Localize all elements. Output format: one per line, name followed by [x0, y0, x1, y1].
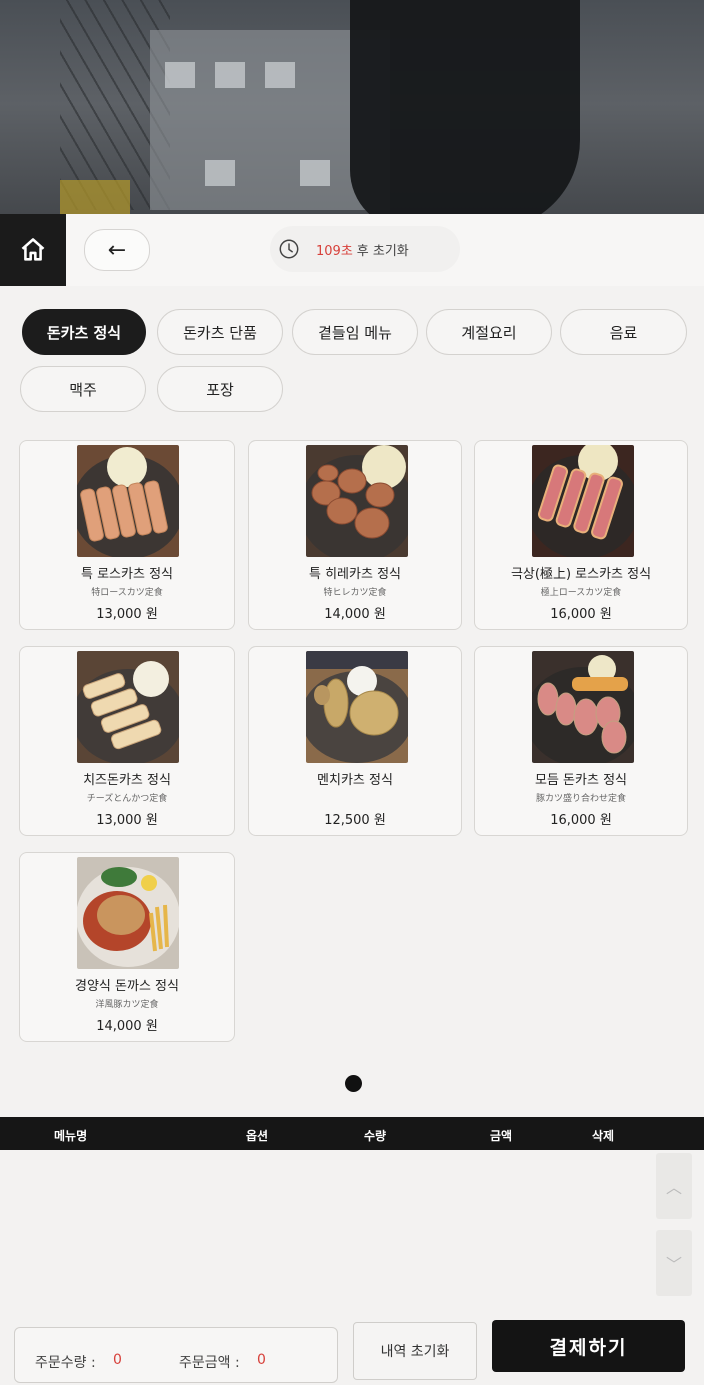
tab-takeout[interactable]: 포장 [157, 366, 283, 412]
order-summary: 주문수량 : 0 주문금액 : 0 [14, 1327, 338, 1383]
background-window [165, 62, 195, 88]
order-table-header: 메뉴명 옵션 수량 금액 삭제 [0, 1117, 704, 1150]
order-list [0, 1150, 704, 1315]
menu-name: 모듬 돈카츠 정식 [535, 773, 627, 788]
menu-price: 13,000 원 [96, 607, 158, 622]
chevron-up-icon: ︿ [665, 1178, 682, 1197]
order-amount-label: 주문금액 : [179, 1355, 240, 1371]
column-delete: 삭제 [592, 1129, 615, 1143]
reset-history-button[interactable]: 내역 초기화 [353, 1322, 477, 1380]
timer-seconds: 109초 [316, 243, 353, 259]
background-window [205, 160, 235, 186]
background-window [265, 62, 295, 88]
menu-photo [77, 857, 179, 969]
tab-seasonal[interactable]: 계절요리 [426, 309, 552, 355]
order-quantity-value: 0 [113, 1352, 122, 1368]
tab-side-menu[interactable]: 곁들임 메뉴 [292, 309, 418, 355]
menu-card[interactable]: 모듬 돈카츠 정식 豚カツ盛り合わせ定食 16,000 원 [474, 646, 688, 836]
scroll-down-button[interactable]: ﹀ [656, 1230, 692, 1296]
menu-subtitle: 極上ロースカツ定食 [540, 588, 622, 598]
menu-price: 14,000 원 [96, 1019, 158, 1034]
tab-drinks[interactable]: 음료 [560, 309, 687, 355]
menu-price: 12,500 원 [324, 813, 386, 828]
back-button[interactable]: ← [84, 229, 150, 271]
column-option: 옵션 [246, 1129, 269, 1143]
menu-subtitle: 豚カツ盛り合わせ定食 [535, 794, 626, 804]
menu-price: 14,000 원 [324, 607, 386, 622]
menu-price: 16,000 원 [550, 607, 612, 622]
menu-subtitle: 洋風豚カツ定食 [95, 1000, 159, 1010]
menu-name: 치즈돈카츠 정식 [83, 773, 171, 788]
scroll-up-button[interactable]: ︿ [656, 1153, 692, 1219]
menu-name: 특 로스카츠 정식 [81, 567, 173, 582]
background-window [300, 160, 330, 186]
order-amount-value: 0 [257, 1352, 266, 1368]
menu-subtitle: 特ロースカツ定食 [91, 588, 163, 598]
tab-donkatsu-single[interactable]: 돈카츠 단품 [157, 309, 283, 355]
menu-subtitle: チーズとんかつ定食 [86, 794, 168, 804]
menu-photo [532, 445, 634, 557]
menu-photo [532, 651, 634, 763]
home-icon [21, 238, 45, 261]
page-indicator-dot[interactable] [345, 1075, 362, 1092]
home-button[interactable] [0, 214, 66, 286]
menu-photo [77, 445, 179, 557]
menu-card[interactable]: 멘치카츠 정식 12,500 원 [248, 646, 462, 836]
menu-card[interactable]: 경양식 돈까스 정식 洋風豚カツ定食 14,000 원 [19, 852, 235, 1042]
menu-card[interactable]: 특 히레카츠 정식 特ヒレカツ定食 14,000 원 [248, 440, 462, 630]
menu-name: 특 히레카츠 정식 [309, 567, 401, 582]
timer-suffix: 후 초기화 [356, 243, 409, 259]
menu-card[interactable]: 특 로스카츠 정식 特ロースカツ定食 13,000 원 [19, 440, 235, 630]
pay-button[interactable]: 결제하기 [492, 1320, 685, 1372]
order-quantity-label: 주문수량 : [35, 1355, 96, 1371]
tab-beer[interactable]: 맥주 [20, 366, 146, 412]
menu-name: 경양식 돈까스 정식 [75, 979, 179, 994]
menu-photo [77, 651, 179, 763]
tab-donkatsu-set[interactable]: 돈카츠 정식 [22, 309, 146, 355]
menu-subtitle: 特ヒレカツ定食 [323, 588, 387, 598]
column-amount: 금액 [490, 1129, 513, 1143]
menu-price: 13,000 원 [96, 813, 158, 828]
menu-price: 16,000 원 [550, 813, 612, 828]
reset-timer: 109초 후 초기화 [270, 226, 460, 272]
background-window [215, 62, 245, 88]
menu-card[interactable]: 극상(極上) 로스카츠 정식 極上ロースカツ定食 16,000 원 [474, 440, 688, 630]
menu-photo [306, 651, 408, 763]
column-quantity: 수량 [364, 1129, 387, 1143]
menu-name: 극상(極上) 로스카츠 정식 [510, 567, 652, 582]
column-menu-name: 메뉴명 [54, 1129, 88, 1143]
menu-card[interactable]: 치즈돈카츠 정식 チーズとんかつ定食 13,000 원 [19, 646, 235, 836]
clock-icon [279, 239, 299, 259]
chevron-down-icon: ﹀ [665, 1255, 682, 1274]
menu-name: 멘치카츠 정식 [317, 773, 393, 788]
menu-photo [306, 445, 408, 557]
background-person-silhouette [350, 0, 580, 230]
